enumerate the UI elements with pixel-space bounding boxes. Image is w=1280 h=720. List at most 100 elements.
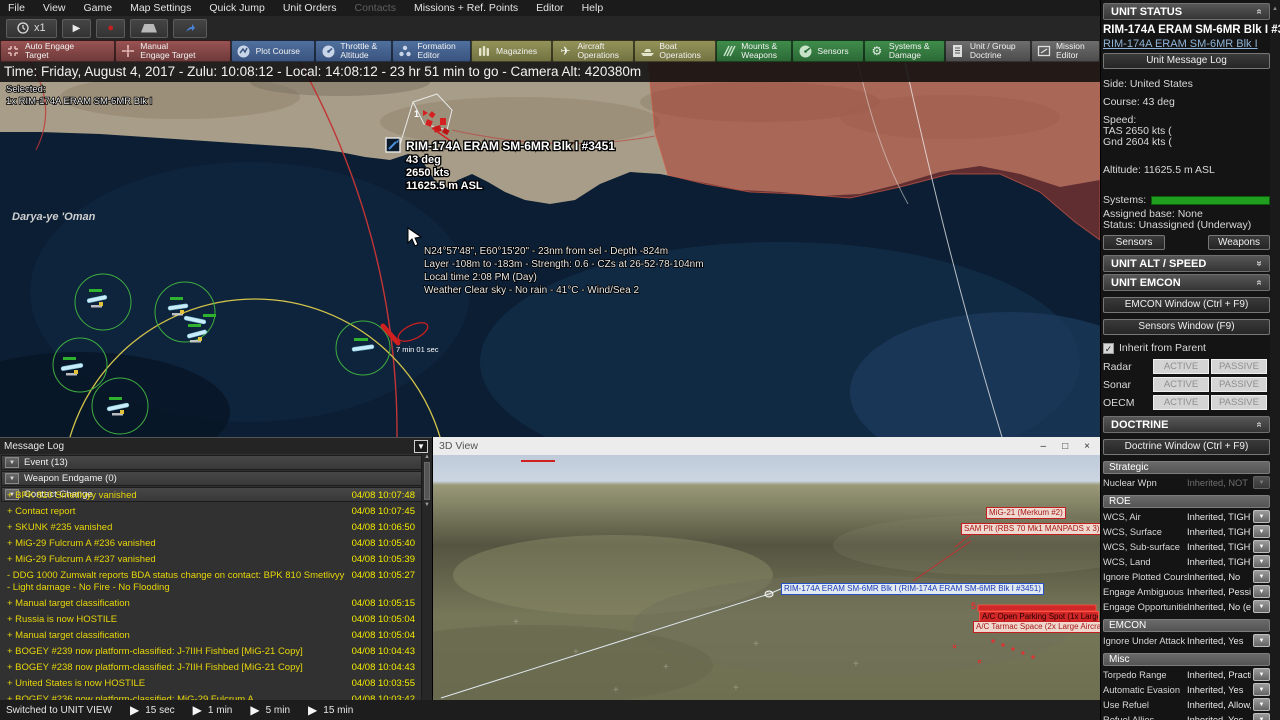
collapse-icon[interactable]: « bbox=[1254, 9, 1265, 15]
scroll-up-icon[interactable]: ▲ bbox=[1270, 0, 1280, 18]
close-icon[interactable]: × bbox=[1084, 441, 1090, 452]
inherit-checkbox[interactable]: ✓ bbox=[1103, 342, 1114, 354]
advance-1min-button[interactable]: ▶ 1 min bbox=[193, 703, 233, 717]
panel-scrollbar[interactable]: ▲ ▼ bbox=[1270, 0, 1280, 720]
scroll-up-icon[interactable]: ▲ bbox=[422, 454, 432, 460]
dropdown-button[interactable]: ▼ bbox=[1253, 668, 1270, 681]
throttle-altitude-button[interactable]: Throttle & Altitude bbox=[315, 40, 393, 62]
dropdown-button[interactable]: ▼ bbox=[1253, 600, 1270, 613]
maximize-icon[interactable]: □ bbox=[1062, 441, 1068, 452]
unit-group-doctrine-button[interactable]: Unit / Group Doctrine bbox=[944, 40, 1031, 62]
tactical-map[interactable]: 7 min 01 sec 1 RIM-174A ERAM SM-6MR Blk … bbox=[0, 62, 1100, 437]
play-button[interactable]: ▶ bbox=[61, 18, 92, 38]
sonar-active-button[interactable]: ACTIVE bbox=[1153, 377, 1209, 392]
emcon-window-button[interactable]: EMCON Window (Ctrl + F9) bbox=[1103, 297, 1270, 313]
formation-editor-button[interactable]: Formation Editor bbox=[392, 40, 472, 62]
log-entry[interactable]: + SKUNK #235 vanished 04/08 10:06:50 bbox=[0, 520, 420, 536]
unit-emcon-header[interactable]: UNIT EMCON « bbox=[1103, 274, 1270, 291]
log-entry[interactable]: + Contact report 04/08 10:07:45 bbox=[0, 504, 420, 520]
manual-engage-target-button[interactable]: Manual Engage Target bbox=[115, 40, 231, 62]
doctrine-window-button[interactable]: Doctrine Window (Ctrl + F9) bbox=[1103, 439, 1270, 455]
mission-editor-button[interactable]: Mission Editor bbox=[1030, 40, 1101, 62]
advance-5min-button[interactable]: ▶ 5 min bbox=[250, 703, 290, 717]
dropdown-button[interactable]: ▼ bbox=[1253, 698, 1270, 711]
unit-status-header[interactable]: UNIT STATUS « bbox=[1103, 3, 1270, 20]
radar-active-button[interactable]: ACTIVE bbox=[1153, 359, 1209, 374]
log-entry[interactable]: + BOGEY #238 now platform-classified: J-… bbox=[0, 660, 420, 676]
sensors-window-button[interactable]: Sensors Window (F9) bbox=[1103, 319, 1270, 335]
menu-file[interactable]: File bbox=[8, 2, 25, 14]
log-entry[interactable]: + United States is now HOSTILE 04/08 10:0… bbox=[0, 676, 420, 692]
scroll-thumb[interactable] bbox=[424, 462, 430, 500]
group-toggle-icon[interactable]: ▼ bbox=[5, 457, 19, 468]
systems-damage-button[interactable]: ⚙ Systems & Damage bbox=[863, 40, 945, 62]
collapse-icon[interactable]: « bbox=[1254, 422, 1265, 428]
auto-engage-target-button[interactable]: Auto Engage Target bbox=[0, 40, 116, 62]
dropdown-button[interactable]: ▼ bbox=[1253, 540, 1270, 553]
scroll-down-icon[interactable]: ▼ bbox=[422, 502, 432, 508]
radar-passive-button[interactable]: PASSIVE bbox=[1211, 359, 1267, 374]
magazines-button[interactable]: Magazines bbox=[471, 40, 553, 62]
log-scrollbar[interactable]: ▲ ▼ bbox=[421, 454, 432, 700]
log-entry[interactable]: + BOGEY #236 now platform-classified: Mi… bbox=[0, 692, 420, 700]
log-entry[interactable]: + MiG-29 Fulcrum A #237 vanished 04/08 10… bbox=[0, 552, 420, 568]
aircraft-operations-button[interactable]: ✈ Aircraft Operations bbox=[552, 40, 635, 62]
expand-icon[interactable]: « bbox=[1254, 261, 1265, 267]
menu-help[interactable]: Help bbox=[582, 2, 604, 14]
unit-alt-speed-header[interactable]: UNIT ALT / SPEED « bbox=[1103, 255, 1270, 272]
log-export-icon[interactable]: ▼ bbox=[414, 439, 428, 453]
menu-game[interactable]: Game bbox=[84, 2, 113, 14]
map-layers-button[interactable] bbox=[129, 18, 168, 38]
advance-15min-button[interactable]: ▶ 15 min bbox=[308, 703, 353, 717]
sensors-button[interactable]: Sensors bbox=[792, 40, 864, 62]
dropdown-button[interactable]: ▼ bbox=[1253, 525, 1270, 538]
advance-15sec-button[interactable]: ▶ 15 sec bbox=[130, 703, 175, 717]
menu-editor[interactable]: Editor bbox=[536, 2, 563, 14]
3d-view-canvas[interactable]: + + + + + + + MiG-21 (Merkum #2) SAM Plt (RBS… bbox=[433, 455, 1100, 700]
sonar-passive-button[interactable]: PASSIVE bbox=[1211, 377, 1267, 392]
doctrine-header[interactable]: DOCTRINE « bbox=[1103, 416, 1270, 433]
3d-label-tarmac[interactable]: A/C Tarmac Space (2x Large Aircraft) bbox=[973, 621, 1100, 633]
log-entry[interactable]: + Manual target classification 04/08 10:0… bbox=[0, 628, 420, 644]
log-entry[interactable]: + Russia is now HOSTILE 04/08 10:05:04 bbox=[0, 612, 420, 628]
oecm-passive-button[interactable]: PASSIVE bbox=[1211, 395, 1267, 410]
log-entry[interactable]: + Manual target classification 04/08 10:0… bbox=[0, 596, 420, 612]
menu-view[interactable]: View bbox=[43, 2, 66, 14]
log-group-weapon-endgame[interactable]: ▼ Weapon Endgame (0) bbox=[1, 471, 422, 486]
menu-quick-jump[interactable]: Quick Jump bbox=[209, 2, 264, 14]
sensors-panel-button[interactable]: Sensors bbox=[1103, 235, 1165, 250]
time-compression-button[interactable]: x1 bbox=[6, 18, 57, 38]
menu-map-settings[interactable]: Map Settings bbox=[130, 2, 191, 14]
dropdown-button[interactable]: ▼ bbox=[1253, 555, 1270, 568]
log-entry[interactable]: + MiG-29 Fulcrum A #236 vanished 04/08 10… bbox=[0, 536, 420, 552]
dropdown-button[interactable]: ▼ bbox=[1253, 683, 1270, 696]
dropdown-button[interactable]: ▼ bbox=[1253, 585, 1270, 598]
record-button[interactable]: ● bbox=[96, 18, 125, 38]
unit-message-log-button[interactable]: Unit Message Log bbox=[1103, 53, 1270, 69]
group-toggle-icon[interactable]: ▼ bbox=[5, 473, 19, 484]
oecm-active-button[interactable]: ACTIVE bbox=[1153, 395, 1209, 410]
unit-class-link[interactable]: RIM-174A ERAM SM-6MR Blk I bbox=[1103, 38, 1270, 50]
dropdown-button[interactable]: ▼ bbox=[1253, 510, 1270, 523]
jump-bookmark-button[interactable] bbox=[172, 18, 207, 38]
mounts-weapons-button[interactable]: Mounts & Weapons bbox=[716, 40, 793, 62]
plot-course-button[interactable]: Plot Course bbox=[230, 40, 316, 62]
3d-label-sam[interactable]: SAM Plt (RBS 70 Mk1 MANPADS x 3) bbox=[961, 523, 1100, 535]
boat-operations-button[interactable]: Boat Operations bbox=[634, 40, 717, 62]
log-entry[interactable]: + BOGEY #239 now platform-classified: J-… bbox=[0, 644, 420, 660]
log-entry[interactable]: + BPK 810 Smetlivyy vanished 04/08 10:07:… bbox=[0, 488, 420, 504]
selected-unit-symbol[interactable] bbox=[385, 137, 401, 153]
3d-view-titlebar[interactable]: 3D View – □ × bbox=[433, 437, 1100, 455]
collapse-icon[interactable]: « bbox=[1254, 280, 1265, 286]
menu-unit-orders[interactable]: Unit Orders bbox=[283, 2, 337, 14]
dropdown-button[interactable]: ▼ bbox=[1253, 570, 1270, 583]
dropdown-button[interactable]: ▼ bbox=[1253, 634, 1270, 647]
log-entry[interactable]: - DDG 1000 Zumwalt reports BDA status ch… bbox=[0, 568, 420, 596]
log-group-event[interactable]: ▼ Event (13) bbox=[1, 455, 422, 470]
minimize-icon[interactable]: – bbox=[1041, 441, 1047, 452]
weapons-panel-button[interactable]: Weapons bbox=[1208, 235, 1270, 250]
dropdown-button[interactable]: ▼ bbox=[1253, 713, 1270, 720]
3d-label-mig[interactable]: MiG-21 (Merkum #2) bbox=[986, 507, 1066, 519]
3d-label-missile[interactable]: RIM-174A ERAM SM-6MR Blk I (RIM-174A ERA… bbox=[781, 583, 1044, 595]
menu-missions-refpoints[interactable]: Missions + Ref. Points bbox=[414, 2, 518, 14]
